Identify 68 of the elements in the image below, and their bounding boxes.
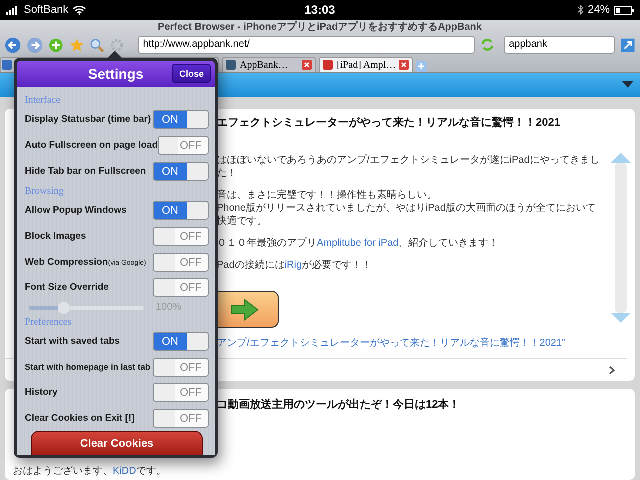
toggle-switch[interactable]: OFF — [153, 278, 209, 298]
toggle-switch[interactable]: ON — [153, 332, 209, 351]
toggle-switch[interactable]: OFF — [153, 227, 209, 246]
reload-icon[interactable] — [480, 38, 494, 52]
scroll-up-icon[interactable] — [611, 153, 631, 163]
battery-percent: 24% — [588, 4, 610, 16]
window-title: Perfect Browser - iPhoneアプリとiPadアプリをおすすめするAppBank — [158, 20, 482, 34]
toggle-switch[interactable]: ON — [153, 162, 209, 181]
search-icon[interactable] — [90, 38, 104, 52]
setting-label: Start with homepage in last tab — [25, 362, 151, 372]
toggle-switch[interactable]: ON — [153, 201, 209, 220]
setting-label: Block Images — [25, 231, 86, 242]
slider-thumb[interactable] — [58, 302, 70, 314]
forward-icon[interactable] — [27, 36, 44, 54]
section-header: Browsing — [25, 186, 64, 198]
section-header: Interface — [25, 95, 61, 106]
toggle-switch[interactable]: OFF — [153, 252, 209, 272]
article-link[interactable]: アンプ/エフェクトシミュレーターがやって来た！リアルな音に驚愕！！2021” — [217, 336, 566, 350]
toggle-switch[interactable]: ON — [153, 110, 209, 130]
new-tab-icon[interactable] — [416, 61, 427, 72]
chevron-icon — [609, 366, 615, 375]
article-text: はほぼいないであろうあのアンプ/エフェクトシミュレータが遂にiPadにやってきました！ — [217, 154, 601, 180]
toggle-switch[interactable]: OFF — [158, 136, 209, 155]
close-icon[interactable] — [399, 60, 409, 70]
bluetooth-icon — [578, 5, 584, 15]
author-link[interactable]: KiDD — [113, 466, 136, 477]
setting-label: History — [25, 387, 58, 398]
clear-cookies-button[interactable]: Clear Cookies — [31, 431, 203, 455]
setting-label: Clear Cookies on Exit [!] — [25, 412, 135, 424]
article-text: おはようございます、KiDDです。 — [13, 466, 166, 478]
scroll-track[interactable] — [615, 163, 627, 313]
browser-tab[interactable]: [iPad] Ampl… — [319, 57, 413, 72]
arrow-icon — [231, 298, 259, 321]
setting-label: Hide Tab bar on Fullscreen — [25, 166, 146, 177]
add-icon[interactable] — [49, 38, 64, 52]
setting-label: Display Statusbar (time bar) — [25, 114, 152, 126]
toggle-switch[interactable]: OFF — [153, 408, 209, 428]
article-link[interactable]: Amplitube for iPad — [317, 238, 399, 249]
fullscreen-icon[interactable] — [620, 38, 635, 52]
settings-icon[interactable] — [110, 38, 124, 52]
article-text: ０１０年最強のアプリ Amplitube for iPad、紹介していきます！ — [217, 237, 499, 250]
back-icon[interactable] — [5, 36, 22, 54]
article-text: 音は、まさに完璧です！！操作性も素晴らしい。 — [217, 189, 437, 202]
slider-reading: 100% — [156, 302, 182, 314]
article-title[interactable]: エフェクトシミュレーターがやって来た！リアルな音に驚愕！！2021 — [217, 115, 560, 130]
search-field[interactable]: appbank — [504, 36, 615, 54]
browser-tab[interactable]: AppBank… — [222, 57, 316, 72]
carrier-name: SoftBank — [24, 4, 69, 16]
signal-icon — [6, 6, 20, 14]
article-link[interactable]: iRig — [284, 260, 302, 271]
setting-label: Auto Fullscreen on page load — [25, 140, 158, 151]
battery-icon — [614, 6, 634, 14]
url-field[interactable]: http://www.appbank.net/ — [138, 36, 475, 54]
star-icon[interactable] — [70, 38, 84, 52]
toggle-switch[interactable]: OFF — [153, 383, 209, 402]
setting-label: Font Size Override — [25, 282, 109, 294]
setting-label: Allow Popup Windows — [25, 205, 127, 216]
dropdown-icon[interactable] — [622, 81, 634, 89]
close-icon[interactable] — [302, 60, 312, 70]
section-header: Preferences — [25, 316, 72, 328]
popover-title: Settings — [88, 66, 144, 82]
setting-label: Start with saved tabs — [25, 336, 120, 347]
article-text: Padの接続にはiRigが必要です！！ — [217, 259, 372, 272]
toggle-switch[interactable]: OFF — [153, 358, 209, 377]
wifi-icon — [72, 6, 86, 14]
clock-time: 13:03 — [304, 3, 336, 17]
close-button[interactable]: Close — [172, 64, 211, 83]
scroll-down-icon[interactable] — [611, 313, 631, 323]
